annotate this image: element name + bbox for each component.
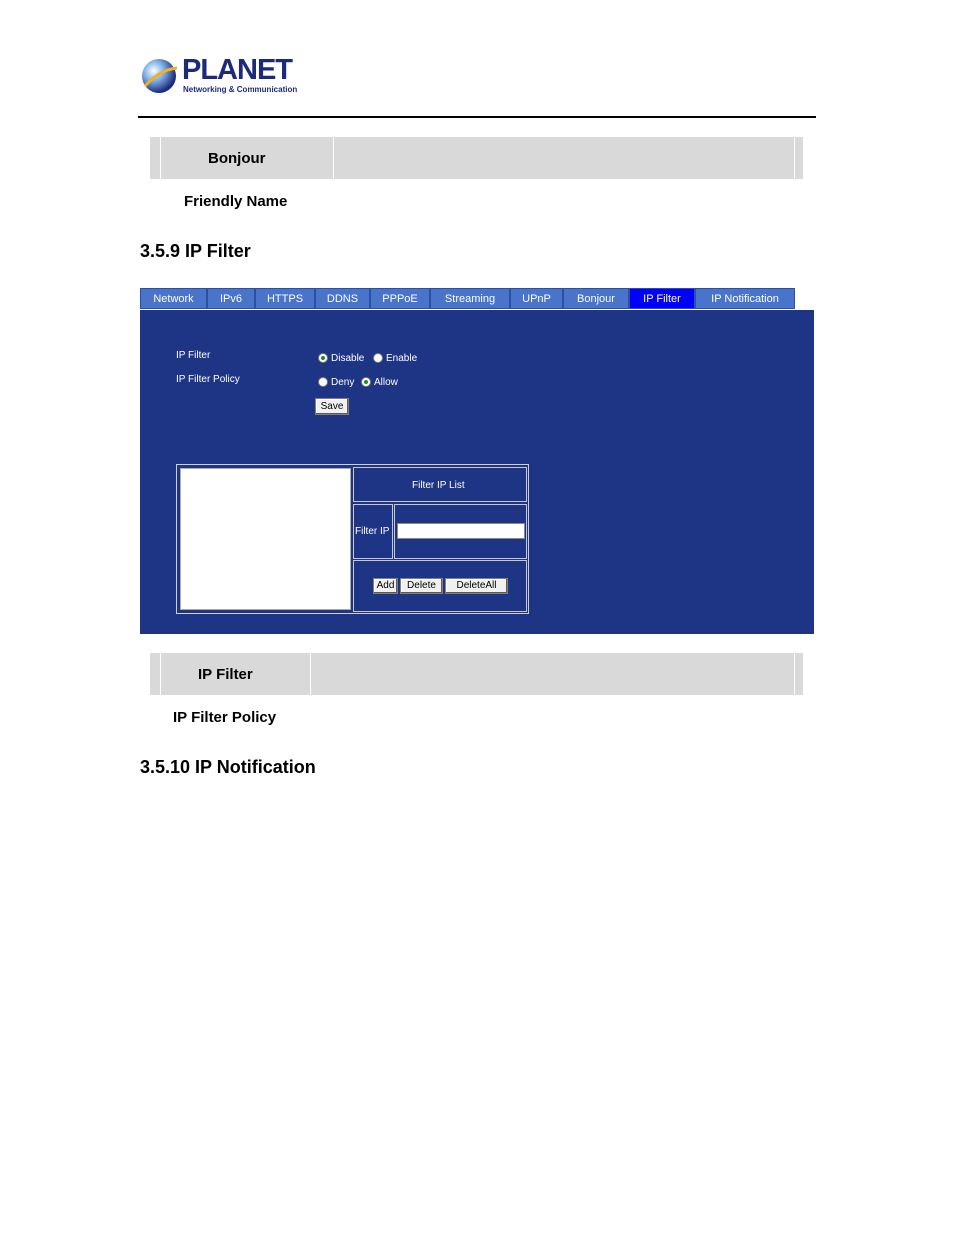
policy-allow-label: Allow: [374, 377, 398, 388]
bonjour-table-row: Bonjour: [150, 137, 803, 179]
tab-pppoe[interactable]: PPPoE: [370, 288, 430, 309]
filter-actions-cell: Add Delete DeleteAll: [353, 560, 527, 612]
filter-list-title-cell: Filter IP List: [353, 467, 527, 502]
filter-list-title: Filter IP List: [412, 480, 465, 491]
ip-filter-policy-label: IP Filter Policy: [176, 374, 240, 385]
logo-wordmark: PLANET: [182, 54, 293, 86]
ip-filter-table-row: IP Filter: [150, 653, 803, 695]
add-button[interactable]: Add: [373, 578, 398, 594]
filter-ip-input-cell: [394, 504, 527, 559]
settings-tab-bar: Network IPv6 HTTPS DDNS PPPoE Streaming …: [140, 288, 815, 309]
tab-ip-filter[interactable]: IP Filter: [629, 288, 695, 309]
tab-streaming[interactable]: Streaming: [430, 288, 510, 309]
policy-deny-label: Deny: [331, 377, 355, 388]
section-title-ip-notification: 3.5.10 IP Notification: [140, 757, 316, 777]
delete-button[interactable]: Delete: [400, 578, 443, 594]
ip-filter-label: IP Filter: [176, 350, 211, 361]
filter-ip-label-cell: Filter IP: [353, 504, 393, 559]
ip-filter-disable-radio[interactable]: [318, 353, 328, 363]
ip-filter-policy-text: IP Filter Policy: [173, 709, 277, 726]
policy-deny-radio[interactable]: [318, 377, 328, 387]
save-button[interactable]: Save: [315, 398, 349, 415]
section-title-ip-filter: 3.5.9 IP Filter: [140, 241, 251, 261]
tab-https[interactable]: HTTPS: [255, 288, 315, 309]
policy-allow-radio[interactable]: [361, 377, 371, 387]
tab-network[interactable]: Network: [140, 288, 207, 309]
tab-ipv6[interactable]: IPv6: [207, 288, 255, 309]
filter-ip-label: Filter IP: [355, 526, 390, 537]
tab-ip-notification[interactable]: IP Notification: [695, 288, 795, 309]
filter-ip-input[interactable]: [397, 523, 525, 539]
logo-tagline: Networking & Communication: [183, 85, 298, 94]
planet-logo-globe-icon: [142, 59, 178, 93]
ip-filter-enable-radio[interactable]: [373, 353, 383, 363]
ip-filter-row-label: IP Filter: [198, 666, 253, 683]
delete-all-button[interactable]: DeleteAll: [445, 578, 508, 594]
filter-ip-listbox[interactable]: [180, 468, 351, 610]
tab-bonjour[interactable]: Bonjour: [563, 288, 629, 309]
bonjour-row-label: Bonjour: [208, 150, 266, 167]
ip-filter-enable-label: Enable: [386, 353, 418, 364]
header-divider: [138, 116, 816, 118]
friendly-name-text: Friendly Name: [184, 193, 288, 210]
filter-ip-table: Filter IP List Filter IP Add Delete Dele…: [176, 464, 529, 614]
tab-upnp[interactable]: UPnP: [510, 288, 563, 309]
ip-filter-disable-label: Disable: [331, 353, 365, 364]
tab-ddns[interactable]: DDNS: [315, 288, 370, 309]
